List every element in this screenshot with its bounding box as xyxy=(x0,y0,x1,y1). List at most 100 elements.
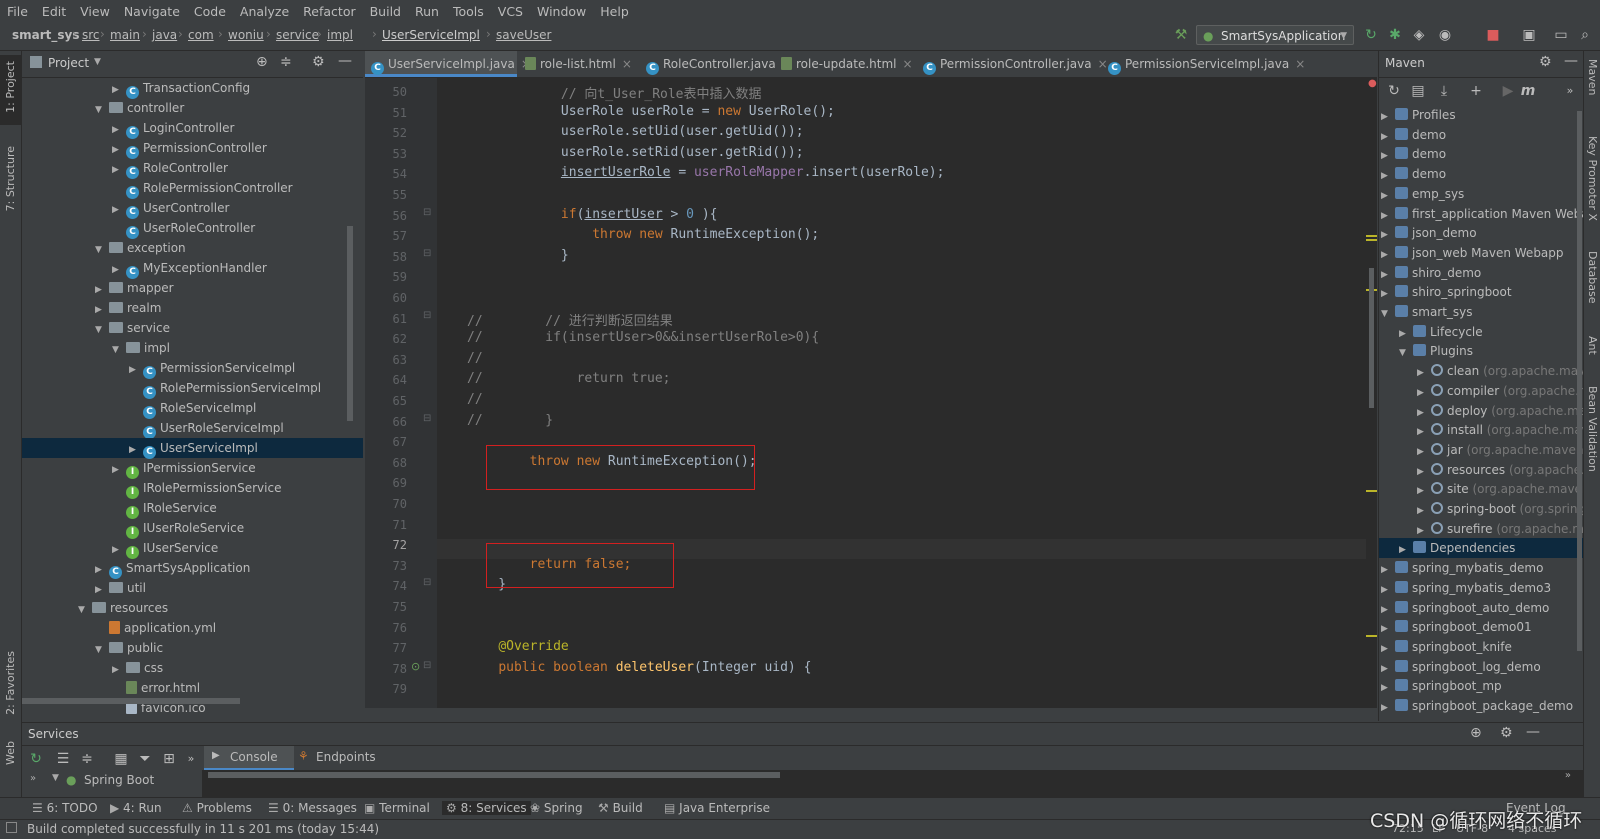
maven-tree-item[interactable]: ▶resources (org.apache.m xyxy=(1379,460,1584,480)
maven-tree-item[interactable]: ▶spring-boot (org.springfr xyxy=(1379,499,1584,519)
status-message[interactable]: Build completed successfully in 11 s 201… xyxy=(27,822,379,836)
more-icon[interactable]: » xyxy=(182,750,200,768)
tree-item[interactable]: ▶ C PermissionController xyxy=(22,138,363,160)
maven-tree-item[interactable]: ▶ springboot_knife xyxy=(1379,637,1584,657)
more-icon[interactable]: » xyxy=(1561,82,1579,100)
breadcrumb-item[interactable]: UserServiceImpl xyxy=(382,28,480,42)
hide-icon[interactable]: — xyxy=(1526,724,1540,740)
tool-window-button[interactable]: ⚙ 8: Services xyxy=(442,801,531,815)
tree-item[interactable]: ▶ I IUserService xyxy=(22,538,363,560)
add-service-icon[interactable]: ⊕ xyxy=(1470,725,1482,741)
chevron-right-icon[interactable]: ▶ xyxy=(95,580,109,600)
chevron-down-icon[interactable]: ▼ xyxy=(112,340,126,360)
maven-tree-item[interactable]: ▼ smart_sys xyxy=(1379,302,1584,322)
rerun-icon[interactable]: ↻ xyxy=(1362,26,1380,44)
coverage-icon[interactable]: ◈ xyxy=(1410,26,1428,44)
maven-tree-item[interactable]: ▶ emp_sys xyxy=(1379,184,1584,204)
web-tool-tab[interactable]: Web xyxy=(4,741,17,765)
stop-icon[interactable]: ■ xyxy=(1484,26,1502,44)
chevron-down-icon[interactable]: ▼ xyxy=(95,240,109,260)
maven-tree-item[interactable]: ▶first_application Maven Webapp xyxy=(1379,204,1584,224)
breadcrumb-item[interactable]: impl xyxy=(327,28,353,42)
reload-icon[interactable]: ↻ xyxy=(1385,82,1403,100)
tree-item[interactable]: ▶ C SmartSysApplication xyxy=(22,558,363,579)
breadcrumb-item[interactable]: com xyxy=(188,28,214,42)
editor-tab[interactable]: CUserServiceImpl.java× xyxy=(365,51,531,77)
menu-file[interactable]: File xyxy=(0,4,35,19)
tool-window-button[interactable]: ☰ 6: TODO xyxy=(32,801,98,815)
breadcrumb-item[interactable]: saveUser xyxy=(496,28,551,42)
chevron-right-icon[interactable]: ▶ xyxy=(112,540,126,560)
maven-tree-item[interactable]: ▶ Lifecycle xyxy=(1379,322,1584,342)
chevron-right-icon[interactable]: ▶ xyxy=(112,660,126,680)
menu-edit[interactable]: Edit xyxy=(35,4,73,19)
tree-item[interactable]: ▶ C TransactionConfig xyxy=(22,78,363,99)
download-icon[interactable]: ⤓ xyxy=(1435,82,1453,100)
maven-tree-item[interactable]: ▶site (org.apache.maven.p xyxy=(1379,479,1584,499)
rerun-icon[interactable]: ↻ xyxy=(27,750,45,768)
project-horizontal-scrollbar[interactable] xyxy=(22,698,240,704)
tree-item[interactable]: C RoleServiceImpl xyxy=(22,398,363,419)
maven-tree-item[interactable]: ▶ json_web Maven Webapp xyxy=(1379,243,1584,263)
editor-tab[interactable]: C PermissionController.java × xyxy=(917,51,1108,77)
tool-window-button[interactable]: ❀ Spring xyxy=(530,801,583,815)
bean-validation-tool-tab[interactable]: Bean Validation xyxy=(1586,386,1599,472)
chevron-right-icon[interactable]: ▶ xyxy=(95,300,109,320)
maven-tree-item[interactable]: ▶ springboot_mp xyxy=(1379,676,1584,696)
tool-window-button[interactable]: ▶ 4: Run xyxy=(110,801,162,815)
tree-item[interactable]: ▶ C MyExceptionHandler xyxy=(22,258,363,280)
maven-tree-item[interactable]: ▶ springboot_demo01 xyxy=(1379,617,1584,637)
chevron-right-icon[interactable]: ▶ xyxy=(112,160,126,180)
breadcrumb-item[interactable]: woniu xyxy=(228,28,264,42)
collapse-all-icon[interactable]: ≑ xyxy=(280,54,292,70)
menu-help[interactable]: Help xyxy=(593,4,636,19)
chevron-down-icon[interactable]: ▼ xyxy=(95,640,109,660)
maven-scrollbar[interactable] xyxy=(1577,111,1582,651)
gear-icon[interactable]: ⚙ xyxy=(1539,54,1552,70)
locate-icon[interactable]: ⊕ xyxy=(256,54,268,70)
chevron-right-icon[interactable]: ▶ xyxy=(112,140,126,160)
toggle-tool-windows-icon[interactable] xyxy=(6,822,17,833)
tree-item[interactable]: ▼ impl xyxy=(22,338,363,358)
tree-item[interactable]: ▶ C UserServiceImpl xyxy=(22,438,363,459)
tool-window-button[interactable]: ☰ 0: Messages xyxy=(268,801,357,815)
tree-item[interactable]: ▶ C LoginController xyxy=(22,118,363,139)
menu-vcs[interactable]: VCS xyxy=(491,4,530,19)
chevron-down-icon[interactable]: ▼ xyxy=(94,57,101,67)
key-promoter-tool-tab[interactable]: Key Promoter X xyxy=(1586,136,1599,221)
override-marker-icon[interactable]: ⊙ xyxy=(411,660,420,673)
tool-window-button[interactable]: ▣ Terminal xyxy=(364,801,430,815)
maven-tree-item[interactable]: ▶jar (org.apache.maven.pl xyxy=(1379,440,1584,460)
tree-item[interactable]: I IUserRoleService xyxy=(22,518,363,539)
tab-endpoints[interactable]: ⚘ Endpoints xyxy=(294,746,384,770)
breadcrumb-item[interactable]: smart_sys xyxy=(12,28,80,42)
group-icon[interactable]: ▦ xyxy=(112,750,130,768)
maven-tree-item[interactable]: ▶clean (org.apache.maven xyxy=(1379,361,1584,381)
menu-refactor[interactable]: Refactor xyxy=(296,4,362,19)
ant-tool-tab[interactable]: Ant xyxy=(1586,336,1599,355)
maven-tool-tab[interactable]: Maven xyxy=(1586,59,1599,95)
chevron-right-icon[interactable]: ▶ xyxy=(1381,698,1395,718)
maven-goal-icon[interactable]: m xyxy=(1519,82,1537,100)
close-icon[interactable]: × xyxy=(903,57,913,71)
tree-item[interactable]: ▼ exception xyxy=(22,238,363,258)
maven-tree-item[interactable]: ▶ json_demo xyxy=(1379,223,1584,243)
maven-tree-item[interactable]: ▶ demo xyxy=(1379,144,1584,164)
tree-item[interactable]: ▼ controller xyxy=(22,98,363,118)
hide-icon[interactable]: — xyxy=(1564,53,1578,69)
chevron-right-icon[interactable]: ▶ xyxy=(95,280,109,300)
tree-item[interactable]: application.yml xyxy=(22,618,363,638)
chevron-right-icon[interactable]: ▶ xyxy=(112,260,126,280)
filter-icon[interactable]: ⏷ xyxy=(136,750,154,768)
collapse-all-icon[interactable]: ≑ xyxy=(78,750,96,768)
fold-marker-icon[interactable]: ⊟ xyxy=(423,660,431,671)
run-configuration-select[interactable]: ● SmartSysApplication ▼ xyxy=(1196,25,1354,45)
hide-icon[interactable]: — xyxy=(338,53,352,69)
project-scrollbar[interactable] xyxy=(347,226,353,421)
maven-tree-item[interactable]: ▶install (org.apache.maver xyxy=(1379,420,1584,440)
more-icon[interactable]: » xyxy=(1565,770,1571,781)
breadcrumb-item[interactable]: java xyxy=(152,28,177,42)
close-icon[interactable]: × xyxy=(1295,57,1305,71)
expand-all-icon[interactable]: ☰ xyxy=(54,750,72,768)
fold-marker-icon[interactable]: ⊟ xyxy=(423,413,431,424)
